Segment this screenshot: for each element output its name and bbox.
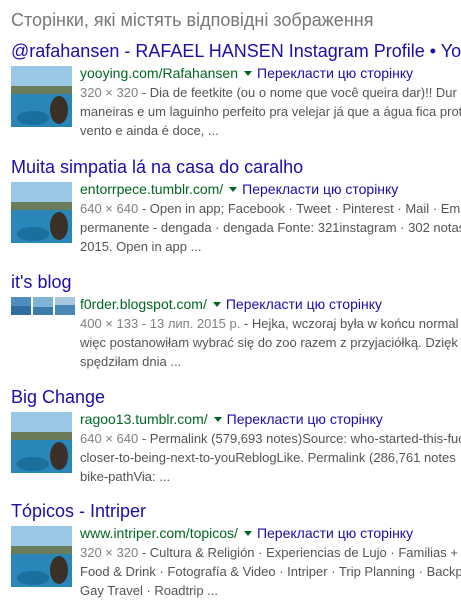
result-thumbnail[interactable]	[11, 526, 72, 587]
result-thumbnail[interactable]	[11, 66, 72, 127]
url-options-dropdown-icon[interactable]	[213, 416, 222, 422]
result-snippet-line: więc postanowiłam wybrać się do zoo raze…	[80, 335, 458, 350]
result-image-size: 400 × 133 - 13 лип. 2015 р.	[80, 316, 241, 331]
result-title-link[interactable]: Muita simpatia lá na casa do caralho	[11, 156, 461, 178]
result-snippet-line: maneiras e um laguinho perfeito pra vele…	[80, 104, 461, 119]
result-url: ragoo13.tumblr.com/	[80, 411, 208, 427]
result-snippet-line: 2015. Open in app ...	[80, 239, 202, 254]
result-snippet-line: 400 × 133 - 13 лип. 2015 р. - Hejka, wcz…	[80, 316, 459, 331]
result-snippet-line: vento e ainda é doce, ...	[80, 123, 219, 138]
result-snippet-line: 640 × 640 - Open in app; Facebook · Twee…	[80, 201, 461, 216]
search-result: @rafahansen - RAFAEL HANSEN Instagram Pr…	[11, 40, 461, 140]
result-title-link[interactable]: Tópicos - Intriper	[11, 500, 461, 522]
result-thumbnail[interactable]	[11, 182, 72, 243]
search-result: Big Change ragoo13.tumblr.com/Перекласти…	[11, 386, 461, 486]
url-options-dropdown-icon[interactable]	[244, 70, 252, 76]
result-thumbnail[interactable]	[11, 412, 72, 473]
result-url: www.intriper.com/topicos/	[80, 525, 238, 541]
url-options-dropdown-icon[interactable]	[212, 301, 221, 307]
url-options-dropdown-icon[interactable]	[229, 186, 238, 192]
result-snippet-line: closer-to-being-next-to-youReblogLike. P…	[80, 450, 456, 465]
url-options-dropdown-icon[interactable]	[243, 530, 252, 536]
result-title-link[interactable]: it's blog	[11, 271, 461, 293]
result-image-size: 640 × 640	[80, 431, 139, 446]
translate-page-link[interactable]: Перекласти цю сторінку	[257, 525, 413, 541]
result-snippet-line: 320 × 320 - Dia de feetkite (ou o nome q…	[80, 85, 457, 100]
translate-page-link[interactable]: Перекласти цю сторінку	[227, 411, 383, 427]
search-result: Tópicos - Intriper www.intriper.com/topi…	[11, 500, 461, 600]
translate-page-link[interactable]: Перекласти цю сторінку	[242, 181, 398, 197]
section-heading: Сторінки, які містять відповідні зображе…	[11, 10, 374, 30]
result-url: yooying.com/Rafahansen	[80, 65, 238, 81]
result-url: f0rder.blogspot.com/	[80, 296, 207, 312]
translate-page-link[interactable]: Перекласти цю сторінку	[257, 65, 413, 81]
search-result: Muita simpatia lá na casa do caralho ent…	[11, 156, 461, 256]
result-image-size: 320 × 320	[80, 85, 139, 100]
result-snippet-line: permanente - dengada · dengada Fonte: 32…	[80, 220, 461, 235]
result-image-size: 640 × 640	[80, 201, 139, 216]
result-snippet-line: spędziłam dnia ...	[80, 354, 182, 369]
result-snippet-line: 320 × 320 - Cultura & Religión · Experie…	[80, 545, 458, 560]
result-snippet-line: Gay Travel · Roadtrip ...	[80, 583, 218, 598]
result-thumbnail-strip[interactable]	[11, 297, 75, 315]
translate-page-link[interactable]: Перекласти цю сторінку	[226, 296, 382, 312]
result-title-link[interactable]: @rafahansen - RAFAEL HANSEN Instagram Pr…	[11, 40, 461, 62]
result-url: entorrpece.tumblr.com/	[80, 181, 224, 197]
result-snippet-line: 640 × 640 - Permalink (579,693 notes)Sou…	[80, 431, 461, 446]
search-result: it's blog f0rder.blogspot.com/Перекласти…	[11, 271, 461, 371]
result-title-link[interactable]: Big Change	[11, 386, 461, 408]
result-snippet-line: bike-pathVia: ...	[80, 469, 171, 484]
result-image-size: 320 × 320	[80, 545, 139, 560]
result-snippet-line: Food & Drink · Fotografía & Video · Intr…	[80, 564, 461, 579]
